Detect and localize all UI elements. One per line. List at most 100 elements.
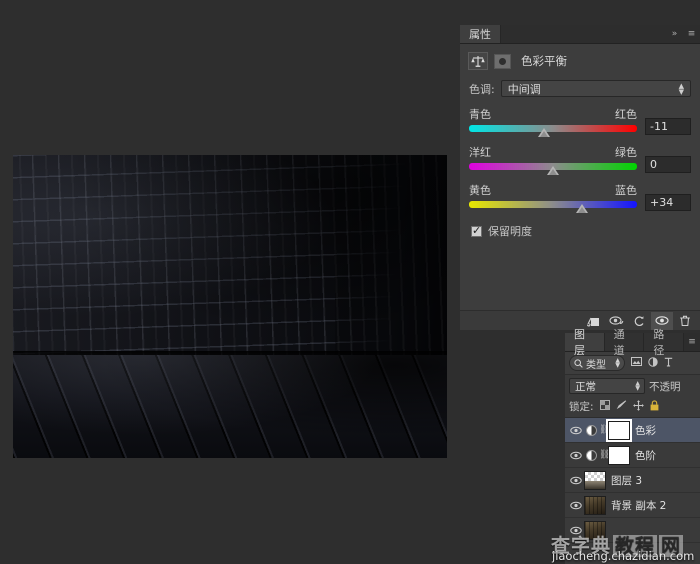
slider-yellow-blue-right-label: 蓝色 (615, 184, 637, 197)
tab-paths[interactable]: 路径 (644, 328, 685, 357)
eye-icon[interactable] (567, 451, 584, 460)
adjustment-layer-icon (584, 449, 599, 461)
chevron-updown-icon: ▲ ▼ (678, 81, 684, 96)
slider-cyan-red-value[interactable]: -11 (645, 118, 691, 135)
delete-icon[interactable] (674, 312, 696, 330)
layers-panel-menu-icon[interactable]: ≡ (684, 333, 700, 351)
tab-paths-label: 路径 (653, 328, 665, 357)
slider-cyan-red-value-text: -11 (650, 120, 668, 133)
tone-select[interactable]: 中间调 ▲ ▼ (500, 80, 691, 97)
link-mask-icon[interactable]: ⛓ (599, 450, 610, 460)
layer-filter-select[interactable]: 类型 ▲ ▼ (569, 355, 625, 371)
layer-name: 色阶 (635, 449, 656, 462)
eye-icon[interactable] (567, 426, 584, 435)
collapse-glyph: » (671, 29, 678, 39)
eye-icon[interactable] (567, 476, 584, 485)
slider-yellow-blue-handle[interactable] (575, 204, 588, 213)
layers-panel: 图层 通道 路径 ≡ 类型 ▲ ▼ 正常 ▲ ▼ 不透明 锁定: ⛓ 色彩 ⛓ … (565, 328, 700, 564)
tone-label: 色调: (469, 82, 495, 96)
preserve-luminosity-checkbox[interactable] (471, 224, 482, 237)
link-mask-icon[interactable]: ⛓ (599, 425, 610, 435)
panel-menu-glyph: ≡ (687, 29, 696, 39)
table-row[interactable]: 背景 副本 2 (565, 493, 700, 518)
lock-image-icon[interactable] (616, 400, 627, 413)
blend-chevron-updown-icon: ▲ ▼ (635, 380, 640, 392)
blend-mode-select[interactable]: 正常 ▲ ▼ (569, 378, 645, 394)
slider-cyan-red-handle[interactable] (537, 128, 550, 137)
tab-properties-label: 属性 (469, 28, 491, 41)
lock-all-icon[interactable] (650, 399, 659, 414)
slider-yellow-blue-value[interactable]: +34 (645, 194, 691, 211)
collapse-icon[interactable]: » (666, 25, 683, 43)
tone-row: 色调: 中间调 ▲ ▼ (460, 76, 700, 97)
layers-panel-menu-glyph: ≡ (688, 337, 696, 347)
lock-position-icon[interactable] (632, 399, 644, 414)
slider-cyan-red: 青色 红色 -11 (460, 97, 700, 137)
layers-tabbar: 图层 通道 路径 ≡ (565, 328, 700, 357)
layer-thumbnail[interactable] (584, 470, 606, 490)
type-filter-icon[interactable] (664, 357, 673, 370)
opacity-label: 不透明 (649, 380, 681, 393)
properties-panel: 属性 » ≡ 色彩平衡 色调: 中间调 ▲ ▼ 青色 红色 -11 洋红 绿色 … (460, 25, 700, 330)
document-canvas[interactable] (13, 155, 447, 458)
slider-cyan-red-right-label: 红色 (615, 108, 637, 121)
tone-value: 中间调 (507, 82, 541, 96)
tab-channels[interactable]: 通道 (604, 328, 645, 357)
table-row[interactable]: ⛓ 色阶 (565, 443, 700, 468)
slider-magenta-green-handle[interactable] (547, 166, 559, 175)
lock-row: 锁定: (565, 397, 700, 417)
adjustment-filter-icon[interactable] (648, 356, 658, 370)
panel-menu-icon[interactable]: ≡ (683, 25, 700, 43)
tab-layers-label: 图层 (574, 328, 585, 357)
tabbar-spacer (501, 25, 666, 43)
layer-filter-kind: 类型 (586, 359, 606, 371)
tab-layers[interactable]: 图层 (565, 328, 605, 357)
preserve-luminosity-row[interactable]: 保留明度 (460, 211, 700, 239)
layer-thumbnail[interactable] (584, 495, 606, 515)
pixel-filter-icon[interactable] (631, 357, 642, 369)
mask-dot (499, 57, 506, 65)
slider-cyan-red-track[interactable] (469, 125, 637, 137)
tab-properties[interactable]: 属性 (460, 25, 501, 43)
slider-yellow-blue: 黄色 蓝色 +34 (460, 173, 700, 213)
layer-name: 背景 副本 2 (611, 499, 667, 512)
properties-tabbar: 属性 » ≡ (460, 25, 700, 44)
color-balance-scale-icon (468, 52, 488, 70)
slider-magenta-green: 洋红 绿色 0 (460, 135, 700, 175)
wall-corner-shadow (335, 155, 447, 363)
slider-magenta-green-track[interactable] (469, 163, 637, 175)
layer-list: ⛓ 色彩 ⛓ 色阶图层 3 背景 副本 2 (565, 417, 700, 543)
lock-transparency-icon[interactable] (599, 400, 610, 413)
filter-chevron-updown-icon: ▲ ▼ (615, 357, 620, 369)
layer-mask-thumbnail-icon[interactable] (494, 53, 511, 69)
filter-type-icons (631, 356, 673, 370)
wood-floor-image (13, 355, 447, 458)
photoshop-window: 属性 » ≡ 色彩平衡 色调: 中间调 ▲ ▼ 青色 红色 -11 洋红 绿色 … (0, 0, 700, 564)
table-row[interactable]: ⛓ 色彩 (565, 418, 700, 443)
slider-magenta-green-value-text: 0 (650, 158, 657, 171)
layer-thumbnail[interactable] (606, 418, 632, 442)
preserve-luminosity-label: 保留明度 (488, 225, 532, 238)
table-row[interactable] (565, 518, 700, 543)
slider-yellow-blue-track[interactable] (469, 201, 637, 213)
adjustment-title: 色彩平衡 (521, 54, 567, 68)
lock-label: 锁定: (569, 401, 594, 413)
layer-thumbnail[interactable] (584, 520, 606, 540)
eye-icon[interactable] (567, 501, 584, 510)
blend-mode-value: 正常 (575, 380, 596, 393)
slider-magenta-green-value[interactable]: 0 (645, 156, 691, 173)
slider-yellow-blue-value-text: +34 (650, 196, 674, 209)
slider-yellow-blue-left-label: 黄色 (469, 184, 491, 197)
adjustment-layer-icon (584, 424, 599, 436)
tab-channels-label: 通道 (613, 328, 625, 357)
table-row[interactable]: 图层 3 (565, 468, 700, 493)
layer-name: 色彩 (635, 424, 656, 437)
slider-magenta-green-right-label: 绿色 (615, 146, 637, 159)
layer-thumbnail[interactable] (608, 445, 630, 465)
search-icon (574, 358, 583, 368)
slider-magenta-green-left-label: 洋红 (469, 146, 491, 159)
layer-name: 图层 3 (611, 474, 643, 487)
brick-wall-image (13, 155, 447, 363)
eye-icon[interactable] (567, 526, 584, 535)
blend-mode-row: 正常 ▲ ▼ 不透明 (565, 375, 700, 397)
